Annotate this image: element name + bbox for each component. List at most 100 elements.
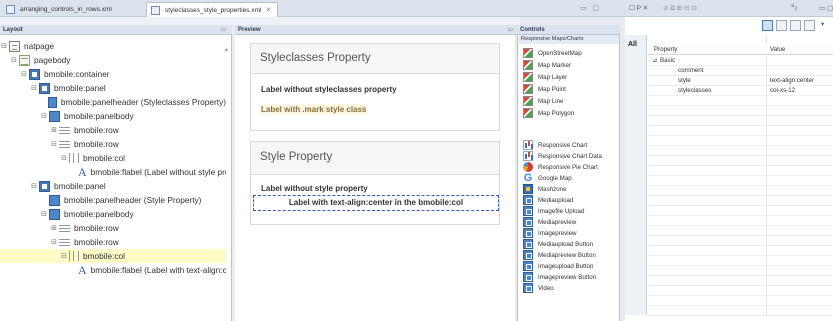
tree-node-panelheader[interactable]: bmobile:panelheader (Style Property) — [40, 193, 226, 207]
tree-node-label: bmobile:flabel (Label with text-align:ce… — [90, 265, 226, 275]
empty-row — [648, 186, 833, 196]
tree-node-row[interactable]: ⊞ bmobile:row — [50, 123, 119, 137]
tree-node-panelbody[interactable]: ⊟ bmobile:panelbody — [40, 207, 134, 221]
property-value[interactable]: col-xs-12 — [770, 87, 795, 94]
pagebody-node-icon — [19, 54, 30, 66]
basic-section-row[interactable]: ⊿ Basic — [648, 56, 833, 66]
advanced-toggle-icon[interactable] — [776, 20, 787, 31]
tree-node-col-selected[interactable]: ⊟ bmobile:col — [0, 249, 226, 263]
controls-header: Controls — [517, 25, 620, 35]
collapse-toggle-icon[interactable]: ⊟ — [60, 252, 68, 260]
layout-scrollbar[interactable]: ▲ — [224, 47, 229, 321]
control-map-polygon[interactable]: Map Polygon — [523, 107, 574, 119]
style-property-panel[interactable]: Style Property Label without style prope… — [250, 141, 500, 225]
label-mark-styleclass[interactable]: Label with .mark style class — [259, 104, 369, 115]
editor-tab-arranging-controls[interactable]: arranging_controls_in_rows.xml — [2, 2, 118, 17]
properties-all-tab[interactable]: All — [625, 35, 647, 315]
property-row[interactable]: style text-align:center — [648, 76, 833, 86]
empty-row — [648, 106, 833, 116]
label-text-align-center[interactable]: Label with text-align:center in the bmob… — [251, 198, 501, 207]
control-map-point[interactable]: Map Point — [523, 83, 566, 95]
col-node-icon — [69, 251, 79, 261]
control-openstreetmap[interactable]: OpenStreetMap — [523, 47, 582, 59]
empty-row — [648, 286, 833, 296]
section-toggle-icon[interactable]: ⊿ — [652, 57, 657, 64]
collapse-toggle-icon[interactable]: ⊟ — [20, 70, 28, 78]
property-column-header[interactable]: Property — [654, 46, 677, 53]
styleclasses-panel[interactable]: Styleclasses Property Label without styl… — [250, 43, 500, 131]
control-map-marker[interactable]: Map Marker — [523, 59, 571, 71]
editor-tabbar: arranging_controls_in_rows.xml styleclas… — [0, 0, 626, 17]
property-row[interactable]: comment — [648, 66, 833, 76]
expand-toggle-icon[interactable]: ⊞ — [50, 224, 58, 232]
properties-menu-icon[interactable]: ▾ — [821, 20, 824, 28]
media-control-icon — [523, 206, 533, 216]
properties-tab-label: P — [636, 5, 641, 12]
scroll-up-arrow-icon[interactable]: ▲ — [224, 47, 229, 53]
empty-row — [648, 136, 833, 146]
preview-collapse-icon[interactable]: ▭ — [507, 25, 513, 35]
collapse-toggle-icon[interactable]: ⊟ — [10, 56, 18, 64]
properties-tab[interactable]: ☐ P ✕ — [629, 4, 648, 12]
tree-node-row[interactable]: ⊟ bmobile:row — [50, 137, 119, 151]
label-without-styleclasses[interactable]: Label without styleclasses property — [261, 85, 397, 94]
layout-header: Layout ▭ — [0, 25, 232, 35]
collapse-toggle-icon[interactable]: ⊟ — [30, 182, 38, 190]
tree-node-panel[interactable]: ⊟ bmobile:panel — [30, 81, 106, 95]
control-label: Map Line — [538, 97, 564, 105]
expand-toggle-icon[interactable]: ⊞ — [50, 126, 58, 134]
collapse-toggle-icon[interactable]: ⊟ — [60, 154, 68, 162]
empty-row — [648, 266, 833, 276]
property-value[interactable]: text-align:center — [770, 77, 814, 84]
collapse-toggle-icon[interactable]: ⊟ — [40, 112, 48, 120]
editor-tab-styleclasses[interactable]: styleclasses_style_properties.xml ✕ — [146, 2, 279, 17]
empty-row — [648, 96, 833, 106]
collapse-toggle-icon[interactable]: ⊟ — [30, 84, 38, 92]
empty-row — [648, 176, 833, 186]
restore-default-icon[interactable] — [804, 20, 815, 31]
control-label: Map Layer — [538, 73, 568, 81]
collapse-toggle-icon[interactable]: ⊟ — [40, 210, 48, 218]
view-tabs-icon[interactable]: ⊘ ⧉ ⊞ ⊟ ⊡ — [663, 4, 697, 13]
tree-node-panelheader[interactable]: bmobile:panelheader (Styleclasses Proper… — [40, 95, 226, 109]
tree-node-flabel[interactable]: A bmobile:flabel (Label without style pr… — [78, 165, 226, 179]
control-map-layer[interactable]: Map Layer — [523, 71, 567, 83]
value-column-header[interactable]: Value — [770, 46, 785, 53]
tree-node-col[interactable]: ⊟ bmobile:col — [60, 151, 125, 165]
tree-node-natpage[interactable]: ⊟ natpage — [0, 39, 54, 53]
control-label: Responsive Pie Chart — [538, 163, 598, 171]
controls-group-responsive-maps-charts[interactable]: Responsive Maps/Charts — [519, 35, 619, 44]
collapse-toggle-icon[interactable]: ⊟ — [50, 140, 58, 148]
tree-node-panel[interactable]: ⊟ bmobile:panel — [30, 179, 106, 193]
properties-window-controls[interactable]: ▭ ▢ — [819, 4, 833, 12]
filter-icon[interactable] — [790, 20, 801, 31]
tree-node-container[interactable]: ⊟ bmobile:container — [20, 67, 110, 81]
close-tab-icon[interactable]: ✕ — [265, 6, 271, 14]
empty-row — [648, 276, 833, 286]
preview-title: Preview — [238, 27, 261, 33]
panel-title: Style Property — [260, 151, 333, 163]
label-without-style[interactable]: Label without style property — [261, 184, 368, 193]
empty-row — [648, 166, 833, 176]
tree-node-pagebody[interactable]: ⊟ pagebody — [10, 53, 70, 67]
empty-row — [648, 226, 833, 236]
categories-toggle-icon[interactable] — [762, 20, 773, 31]
collapse-toggle-icon[interactable]: ⊟ — [50, 238, 58, 246]
media-control-icon — [523, 217, 533, 227]
control-video[interactable]: Video — [523, 282, 554, 294]
empty-row — [648, 296, 833, 306]
row-node-icon — [59, 140, 70, 148]
collapse-toggle-icon[interactable]: ⊟ — [0, 42, 8, 50]
layout-tree: ▲ ⊟ natpage ⊟ pagebody ⊟ bmobile:contain… — [0, 35, 232, 321]
tree-node-row[interactable]: ⊞ bmobile:row — [50, 221, 119, 235]
editor-window-controls[interactable]: ▭ ▢ — [580, 4, 601, 12]
control-map-line[interactable]: Map Line — [523, 95, 563, 107]
layout-collapse-icon[interactable]: ▭ — [220, 25, 226, 35]
empty-row — [648, 116, 833, 126]
control-label: Imagepreview Button — [538, 273, 597, 281]
property-row[interactable]: styleclasses col-xs-12 — [648, 86, 833, 96]
view-menu-icon[interactable]: ⁸₂ — [791, 2, 797, 11]
tree-node-flabel[interactable]: A bmobile:flabel (Label with text-align:… — [78, 263, 226, 277]
tree-node-panelbody[interactable]: ⊟ bmobile:panelbody — [40, 109, 134, 123]
tree-node-row[interactable]: ⊟ bmobile:row — [50, 235, 119, 249]
